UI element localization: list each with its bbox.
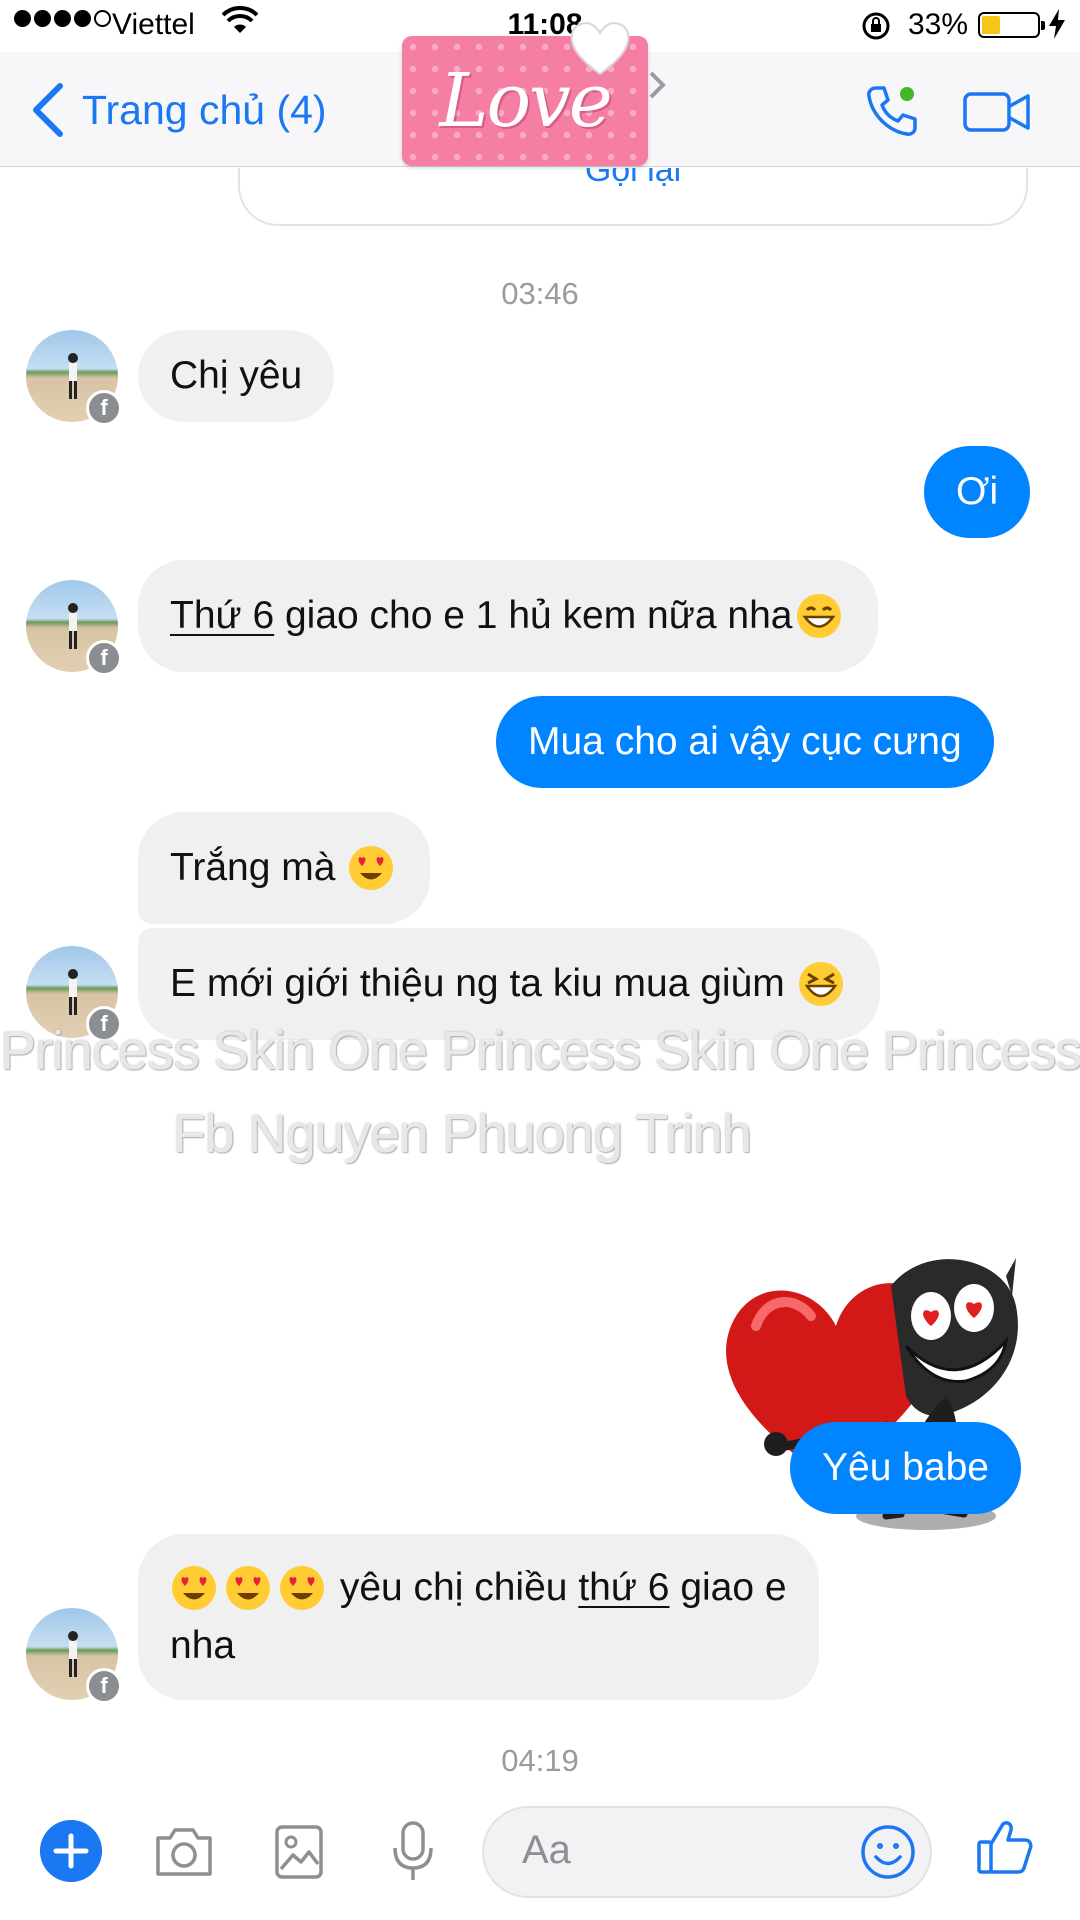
charging-bolt-icon: [1049, 9, 1065, 39]
call-summary-card: Gọi lại: [238, 168, 1028, 226]
date-link[interactable]: thứ 6: [578, 1559, 669, 1617]
battery-percent: 33%: [908, 8, 969, 41]
facebook-badge-icon: f: [86, 1668, 122, 1704]
facebook-badge-icon: f: [86, 1006, 122, 1042]
message-text: giao cho e 1 hủ kem nữa nha: [274, 594, 793, 637]
rotation-lock-icon: [862, 12, 890, 40]
camera-icon[interactable]: [152, 1824, 216, 1880]
conversation-header: Trang chủ (4) Love: [0, 22, 1080, 167]
message-text: Yêu babe: [822, 1446, 989, 1489]
heart-eyes-face-icon: [172, 1566, 216, 1610]
facebook-badge-icon: f: [86, 390, 122, 426]
timestamp: 04:19: [501, 1743, 579, 1778]
image-gallery-icon[interactable]: [274, 1824, 324, 1880]
carrier-name: Viettel: [112, 8, 195, 41]
outgoing-message[interactable]: Ơi: [924, 446, 1031, 538]
wifi-icon: [222, 6, 258, 33]
chevron-right-icon[interactable]: [648, 70, 666, 100]
message-input[interactable]: Aa: [482, 1806, 932, 1898]
incoming-message[interactable]: E mới giới thiệu ng ta kiu mua giùm: [138, 928, 880, 1040]
message-thread[interactable]: Gọi lại 03:46 f Chị yêu Ơi f Thứ 6 giao …: [0, 168, 1080, 1800]
date-link[interactable]: Thứ 6: [170, 587, 274, 645]
composer-toolbar: Aa: [0, 1800, 1080, 1920]
heart-eyes-face-icon: [280, 1566, 324, 1610]
watermark-line-2: Fb Nguyen Phuong Trinh: [172, 1104, 752, 1164]
message-text: Chị yêu: [170, 354, 303, 397]
message-text: yêu chị chiều: [329, 1566, 579, 1609]
incoming-message[interactable]: Trắng mà: [138, 812, 431, 924]
back-chevron-icon[interactable]: [30, 82, 66, 138]
outgoing-message[interactable]: Mua cho ai vậy cục cưng: [496, 696, 994, 788]
message-text: Ơi: [956, 470, 999, 513]
back-button[interactable]: Trang chủ (4): [82, 87, 327, 134]
video-call-icon[interactable]: [962, 90, 1032, 134]
message-text: Trắng mà: [170, 846, 336, 889]
call-back-button[interactable]: Gọi lại: [240, 168, 1026, 190]
outgoing-message[interactable]: Yêu babe: [790, 1422, 1021, 1514]
timestamp: 03:46: [501, 276, 579, 311]
microphone-icon[interactable]: [390, 1820, 436, 1884]
message-input-placeholder: Aa: [522, 1828, 571, 1872]
thumbs-up-icon[interactable]: [976, 1818, 1034, 1876]
heart-eyes-face-icon: [226, 1566, 270, 1610]
message-text: giao e: [669, 1566, 787, 1609]
grinning-face-icon: [797, 594, 842, 638]
heart-icon: [570, 22, 630, 76]
plus-icon[interactable]: [40, 1820, 102, 1882]
incoming-message[interactable]: Chị yêu: [138, 330, 335, 422]
heart-eyes-face-icon: [349, 846, 394, 890]
incoming-message[interactable]: Thứ 6 giao cho e 1 hủ kem nữa nha: [138, 560, 879, 672]
emoji-picker-icon[interactable]: [860, 1824, 916, 1880]
message-text-line-2: nha: [170, 1624, 236, 1667]
incoming-message[interactable]: yêu chị chiều thứ 6 giao e nha: [138, 1534, 819, 1700]
signal-strength-icon: [14, 10, 111, 27]
facebook-badge-icon: f: [86, 640, 122, 676]
message-text: Mua cho ai vậy cục cưng: [528, 720, 962, 763]
laughing-face-icon: [798, 962, 843, 1006]
battery-icon: [978, 12, 1045, 38]
phone-call-icon[interactable]: [862, 82, 920, 140]
message-text: E mới giới thiệu ng ta kiu mua giùm: [170, 962, 785, 1005]
